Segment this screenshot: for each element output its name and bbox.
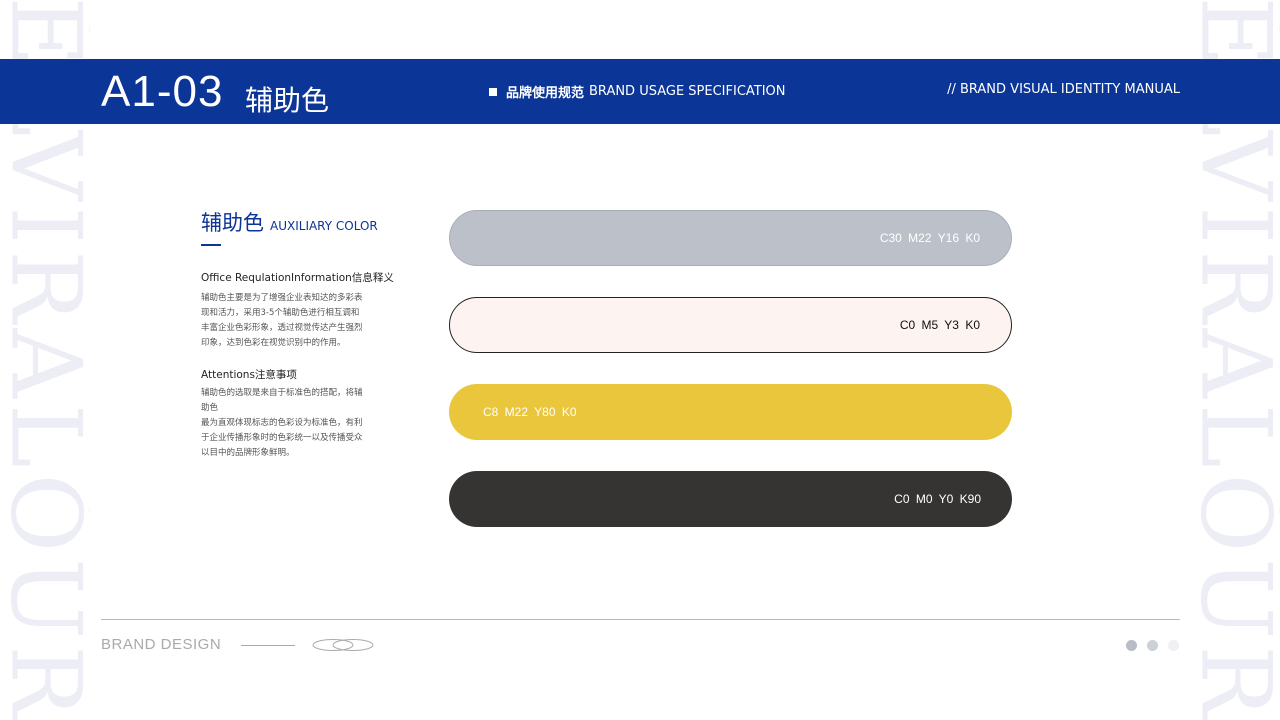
swatch-label: C0 M0 Y0 K90 [894,492,981,506]
attention-line: 于企业传播形象时的色彩统一以及传播受众 [201,433,363,443]
swatch-label: C0 M5 Y3 K0 [899,318,980,332]
page-dot-1[interactable] [1126,640,1137,651]
interlocked-loops-icon [312,639,374,651]
attention-line: 以目中的品牌形象鲜明。 [201,448,295,458]
page-title: 辅助色 [245,84,330,117]
attention-heading: Attentions注意事项 [201,369,297,381]
info-line: 辅助色主要是为了增强企业表知达的多彩表 [201,293,363,303]
attention-line: 辅助色的选取是来自于标准色的搭配，将辅 [201,388,363,398]
swatch-label: C30 M22 Y16 K0 [879,231,980,245]
section-title: 辅助色 AUXILIARY COLOR [201,207,378,237]
section-title-en: AUXILIARY COLOR [270,219,378,233]
usage-spec-cn: 品牌使用规范 [506,86,585,101]
square-bullet-icon [489,87,497,96]
page-code: A1-03 [101,67,224,116]
title-underline [201,244,221,246]
page-dot-2[interactable] [1147,640,1158,651]
footer-dash [241,645,295,646]
info-body: 辅助色主要是为了增强企业表知达的多彩表 现和活力，采用3-5个辅助色进行相互调和… [201,291,386,351]
swatch-yellow: C8 M22 Y80 K0 [449,384,1012,440]
swatch-gray: C30 M22 Y16 K0 [449,210,1012,266]
info-line: 印象，达到色彩在视觉识别中的作用。 [201,338,346,348]
page-dot-3[interactable] [1168,640,1179,651]
swatch-dark: C0 M0 Y0 K90 [449,471,1012,527]
info-line: 现和活力，采用3-5个辅助色进行相互调和 [201,308,360,318]
manual-label: // BRAND VISUAL IDENTITY MANUAL [947,82,1180,97]
info-heading: Office RequlationInformation信息释义 [201,272,394,284]
usage-spec-en: BRAND USAGE SPECIFICATION [589,84,786,99]
page-indicator [1126,640,1179,651]
footer-divider [101,619,1180,620]
section-title-cn: 辅助色 [201,211,264,235]
footer-brand: BRAND DESIGN [101,636,222,653]
info-line: 丰富企业色彩形象，透过视觉传达产生强烈 [201,323,363,333]
attention-line: 助色 [201,403,219,413]
swatch-cream: C0 M5 Y3 K0 [449,297,1012,353]
attention-body: 辅助色的选取是来自于标准色的搭配，将辅 助色 最为直观体现标志的色彩设为标准色，… [201,386,386,461]
header-bar: A1-03 辅助色 品牌使用规范 BRAND USAGE SPECIFICATI… [0,59,1280,124]
attention-line: 最为直观体现标志的色彩设为标准色，有利 [201,418,363,428]
swatch-label: C8 M22 Y80 K0 [483,405,577,419]
usage-spec: 品牌使用规范 BRAND USAGE SPECIFICATION [489,82,786,101]
